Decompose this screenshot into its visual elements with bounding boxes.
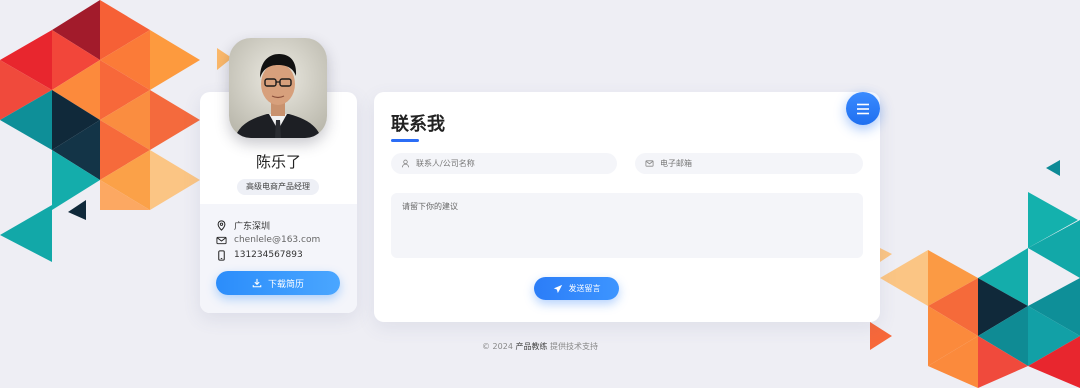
- contact-name-field[interactable]: [391, 153, 617, 174]
- location-pin-icon: [217, 219, 226, 231]
- menu-icon: [857, 103, 869, 114]
- email-row: chenlele@163.com: [216, 233, 320, 247]
- contact-heading: 联系我: [391, 114, 445, 135]
- send-message-label: 发送留言: [568, 284, 601, 293]
- footer-support-text: 提供技术支持: [550, 342, 598, 351]
- email-input[interactable]: [660, 159, 820, 168]
- profile-name: 陈乐了: [255, 153, 301, 171]
- footer: © 2024 产品教练 提供技术支持: [0, 341, 1080, 352]
- phone-text: 131234567893: [234, 250, 303, 260]
- download-resume-label: 下载简历: [267, 279, 304, 290]
- email-field[interactable]: [635, 153, 863, 174]
- heading-underline: [391, 139, 419, 142]
- download-resume-button[interactable]: 下载简历: [216, 271, 340, 295]
- message-textarea[interactable]: [391, 193, 863, 258]
- mail-icon: [216, 236, 227, 244]
- mail-icon: [645, 160, 654, 167]
- location-text: 广东深圳: [234, 221, 271, 232]
- user-icon: [401, 159, 410, 168]
- contact-name-input[interactable]: [416, 159, 576, 168]
- phone-row: 131234567893: [216, 248, 303, 262]
- paper-plane-icon: [553, 284, 562, 293]
- phone-icon: [218, 249, 225, 261]
- send-message-button[interactable]: 发送留言: [534, 277, 619, 300]
- avatar: [229, 38, 327, 138]
- profile-title-badge: 高级电商产品经理: [237, 179, 319, 195]
- menu-button[interactable]: [846, 92, 880, 125]
- download-icon: [252, 278, 262, 288]
- footer-copyright: © 2024: [482, 342, 513, 351]
- location-row: 广东深圳: [216, 218, 270, 232]
- email-text[interactable]: chenlele@163.com: [234, 235, 320, 245]
- footer-brand-link[interactable]: 产品教练: [515, 342, 547, 351]
